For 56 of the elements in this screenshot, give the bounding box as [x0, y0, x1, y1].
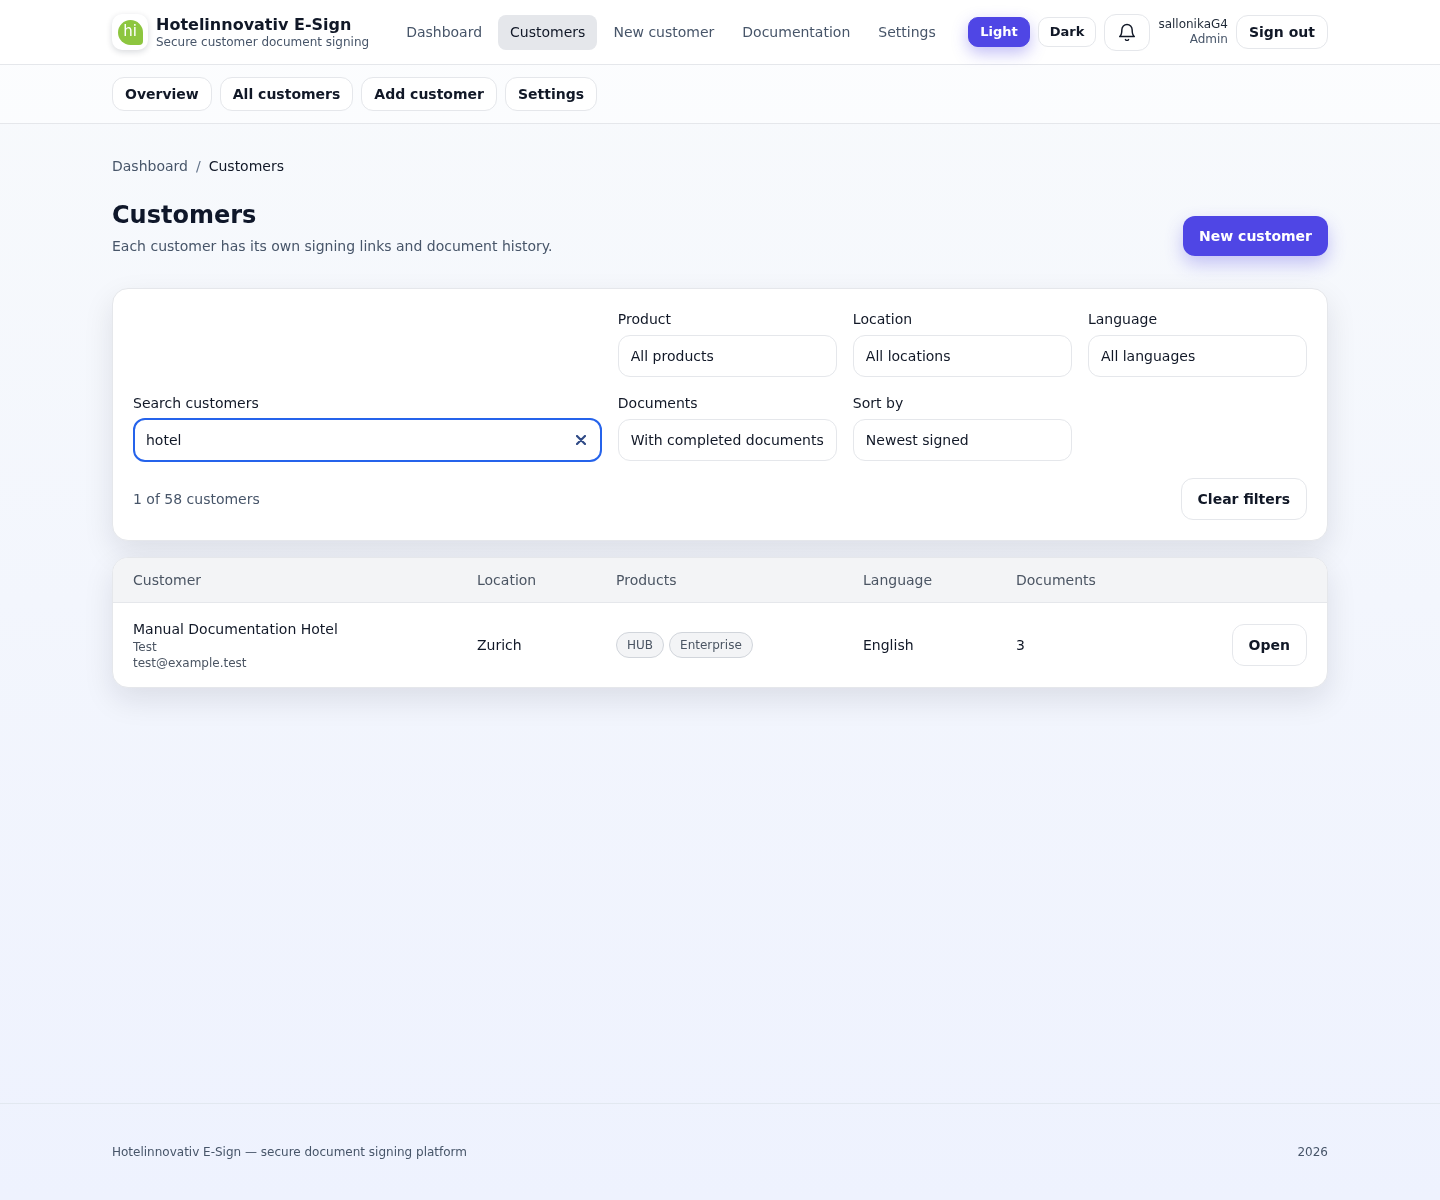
nav-link[interactable]: New customer	[601, 14, 727, 50]
filter-label: Product	[617, 310, 672, 329]
notifications-button[interactable]	[1104, 13, 1151, 51]
user-name: sallonikaG4	[1158, 17, 1228, 32]
open-button[interactable]: Open	[1231, 624, 1307, 666]
filter-select[interactable]: All products	[617, 335, 837, 377]
column-header: Documents	[1016, 570, 1097, 590]
breadcrumb-link[interactable]: Dashboard	[112, 156, 188, 176]
column-header: Location	[477, 570, 538, 590]
filter-select[interactable]: All languages	[1087, 335, 1307, 377]
customer-email: test@example.test	[133, 655, 248, 671]
bell-icon	[1119, 23, 1136, 41]
customer-contact: Test	[133, 639, 158, 655]
footer-text: Hotelinnovativ E-Sign — secure document signing platform	[112, 1144, 468, 1161]
subnav-button[interactable]: Overview	[112, 77, 212, 111]
new-customer-button[interactable]: New customer	[1183, 216, 1328, 256]
column-header: Products	[616, 570, 678, 590]
filter-select[interactable]: All locations	[852, 335, 1072, 377]
search-label: Search customers	[133, 394, 260, 413]
page-title: Customers	[112, 200, 258, 230]
column-header: Language	[863, 570, 934, 590]
app-title: Hotelinnovativ E-Sign	[156, 14, 353, 35]
app-subtitle: Secure customer document signing	[156, 34, 370, 50]
filter-label: Documents	[617, 394, 699, 413]
breadcrumb-separator: /	[195, 157, 201, 176]
breadcrumb-current: Customers	[208, 157, 284, 176]
theme-button[interactable]: Dark	[1037, 17, 1097, 47]
page-subtitle: Each customer has its own signing links and document history.	[112, 237, 553, 256]
subnav-button[interactable]: Settings	[505, 77, 598, 111]
sign-out-button[interactable]: Sign out	[1235, 15, 1328, 49]
footer-year: 2026	[1297, 1144, 1328, 1161]
language-text: English	[863, 636, 914, 653]
documents-count: 3	[1016, 636, 1025, 653]
location-text: Zurich	[477, 636, 522, 653]
nav-link[interactable]: Dashboard	[394, 14, 495, 50]
product-tag: HUB	[616, 632, 665, 658]
close-icon[interactable]	[575, 435, 586, 445]
filter-select[interactable]: Newest signed	[852, 419, 1072, 461]
user-role: Admin	[1188, 32, 1228, 47]
filter-select[interactable]: With completed documents	[617, 419, 837, 461]
column-header: Customer	[133, 570, 202, 590]
nav-link[interactable]: Settings	[866, 14, 948, 50]
nav-link[interactable]: Documentation	[730, 14, 863, 50]
subnav-button[interactable]: All customers	[219, 77, 354, 111]
customer-name: Manual Documentation Hotel	[133, 620, 339, 639]
search-field[interactable]: hotel	[133, 418, 602, 462]
filter-label: Location	[852, 310, 914, 329]
logo: hi	[112, 14, 148, 50]
product-tag: Enterprise	[669, 632, 753, 658]
filter-label: Language	[1087, 310, 1158, 329]
result-count: 1 of 58 customers	[133, 489, 260, 509]
nav-link[interactable]: Customers	[498, 14, 598, 50]
clear-filters-button[interactable]: Clear filters	[1180, 478, 1307, 520]
subnav-button[interactable]: Add customer	[361, 77, 497, 111]
theme-button[interactable]: Light	[968, 17, 1030, 47]
filter-label: Sort by	[852, 394, 905, 413]
